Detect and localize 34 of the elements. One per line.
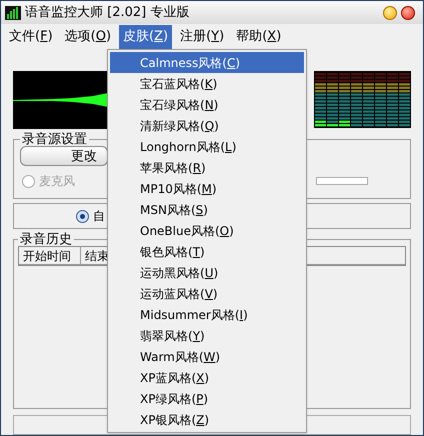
menu-entry[interactable]: XP蓝风格(X) bbox=[110, 367, 304, 388]
menu-item[interactable]: 皮肤(Z) bbox=[119, 24, 172, 49]
group-title: 录音历史 bbox=[19, 233, 73, 246]
group-title: 录音源设置 bbox=[21, 133, 88, 146]
close-button[interactable] bbox=[401, 6, 415, 20]
radio-label: 自 bbox=[93, 208, 105, 225]
app-icon bbox=[5, 6, 21, 20]
menu-entry[interactable]: 苹果风格(R) bbox=[110, 157, 304, 178]
window-title: 语音监控大师 [2.02] 专业版 bbox=[25, 4, 190, 22]
radio-button[interactable] bbox=[76, 210, 89, 222]
menu-entry[interactable]: 运动黑风格(U) bbox=[110, 262, 304, 283]
menu-entry[interactable]: MSN风格(S) bbox=[110, 199, 304, 220]
radio-label: 麦克风 bbox=[39, 173, 75, 190]
menu-entry[interactable]: 宝石绿风格(N) bbox=[110, 94, 304, 115]
menu-item[interactable]: 选项(O) bbox=[60, 24, 116, 49]
menu-entry[interactable]: Midsummer风格(I) bbox=[110, 304, 304, 325]
menu-entry[interactable]: 翡翠风格(Y) bbox=[110, 325, 304, 346]
minimize-button[interactable] bbox=[383, 6, 397, 20]
menu-entry[interactable]: MP10风格(M) bbox=[110, 178, 304, 199]
menu-entry[interactable]: 宝石蓝风格(K) bbox=[110, 73, 304, 94]
menu-item[interactable]: 文件(F) bbox=[5, 24, 57, 49]
menu-item[interactable]: 帮助(X) bbox=[232, 24, 286, 49]
menu-entry[interactable]: Longhorn风格(L) bbox=[110, 136, 304, 157]
menu-entry[interactable]: Calmness风格(C) bbox=[110, 52, 304, 73]
menu-entry[interactable]: 清新绿风格(Q) bbox=[110, 115, 304, 136]
menu-entry[interactable]: Warm风格(W) bbox=[110, 346, 304, 367]
column-header[interactable]: 开始时间 bbox=[19, 247, 81, 264]
menu-entry[interactable]: 运动蓝风格(V) bbox=[110, 283, 304, 304]
menu-entry[interactable]: OneBlue风格(O) bbox=[110, 220, 304, 241]
menu-entry[interactable]: XP绿风格(P) bbox=[110, 388, 304, 409]
change-button[interactable]: 更改 bbox=[20, 146, 108, 166]
menu-item[interactable]: 注册(Y) bbox=[176, 24, 228, 49]
menu-entry[interactable]: XP银风格(Z) bbox=[110, 409, 304, 430]
menu-entry[interactable]: 银色风格(T) bbox=[110, 241, 304, 262]
